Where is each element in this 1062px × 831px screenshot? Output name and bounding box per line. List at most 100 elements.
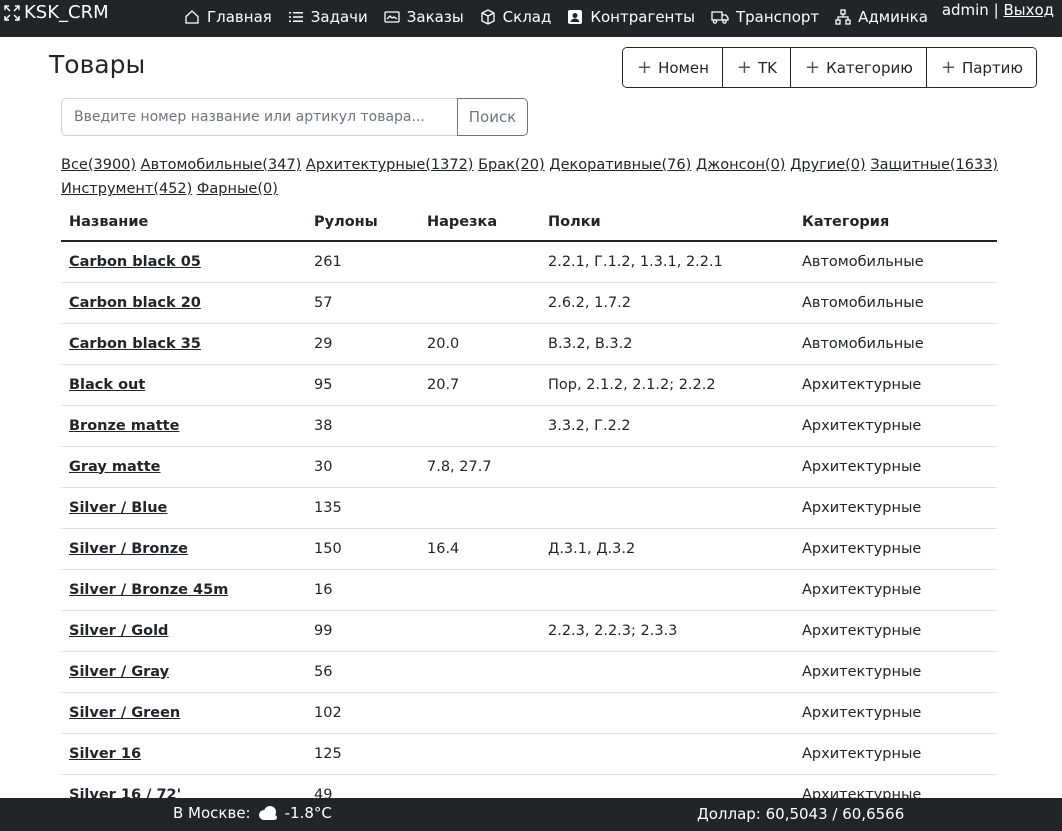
nav-item-contractors[interactable]: Контрагенты [567, 7, 695, 27]
category-link-defect[interactable]: Брак(20) [478, 157, 545, 173]
category-link-other[interactable]: Другие(0) [790, 157, 866, 173]
cell-rolls: 261 [306, 241, 419, 283]
table-row: Bronze matte 38 3.3.2, Г.2.2 Архитектурные [61, 405, 997, 447]
category-link-tools[interactable]: Инструмент(452) [61, 181, 192, 197]
logout-link[interactable]: Выход [1003, 1, 1054, 19]
nav-item-label: Задачи [310, 8, 368, 26]
product-link[interactable]: Carbon black 35 [69, 336, 201, 352]
cell-name: Black out [61, 364, 306, 406]
cell-rolls: 102 [306, 692, 419, 734]
add-batch-button[interactable]: + Партию [925, 48, 1037, 87]
table-row: Carbon black 05 261 2.2.1, Г.1.2, 1.3.1, 2… [61, 241, 997, 283]
nav-item-label: Заказы [406, 8, 464, 26]
nav-item-home[interactable]: Главная [184, 7, 272, 27]
cell-shelves: 3.3.2, Г.2.2 [540, 405, 794, 447]
cell-cut: 20.7 [419, 364, 540, 406]
product-link[interactable]: Silver / Gold [69, 623, 168, 639]
cell-rolls: 30 [306, 446, 419, 488]
product-link[interactable]: Bronze matte [69, 418, 179, 434]
column-header-rolls: Рулоны [306, 203, 419, 242]
category-link-automotive[interactable]: Автомобильные(347) [141, 157, 302, 173]
search-button[interactable]: Поиск [457, 98, 528, 136]
category-link-all[interactable]: Все(3900) [61, 157, 136, 173]
nav-item-label: Транспорт [735, 8, 820, 26]
category-link-protective[interactable]: Защитные(1633) [870, 157, 998, 173]
product-link[interactable]: Silver / Bronze 45m [69, 582, 228, 598]
nav-item-tasks[interactable]: Задачи [288, 7, 368, 27]
cell-category: Архитектурные [794, 405, 997, 447]
brand[interactable]: KSK_CRM [4, 2, 109, 24]
cell-rolls: 57 [306, 282, 419, 324]
nav-item-transport[interactable]: Транспорт [711, 7, 819, 27]
brand-label: KSK_CRM [24, 2, 109, 23]
category-link-johnson[interactable]: Джонсон(0) [696, 157, 786, 173]
cell-category: Архитектурные [794, 569, 997, 611]
add-category-button[interactable]: + Категорию [790, 48, 926, 87]
cell-shelves: Д.3.1, Д.3.2 [540, 528, 794, 570]
user-box: admin | Выход [942, 0, 1054, 20]
add-tk-button[interactable]: + TK [721, 48, 790, 87]
plus-icon: + [736, 56, 752, 78]
cell-shelves [540, 487, 794, 529]
product-link[interactable]: Silver / Blue [69, 500, 167, 516]
cell-rolls: 125 [306, 733, 419, 775]
button-label: TK [758, 58, 777, 77]
cell-category: Архитектурные [794, 733, 997, 775]
nav-item-admin[interactable]: Админка [835, 7, 928, 27]
button-label: Партию [961, 58, 1024, 77]
table-row: Silver / Bronze 45m 16 Архитектурные [61, 569, 997, 611]
person-icon [568, 10, 583, 24]
table-row: Silver / Bronze 150 16.4 Д.3.1, Д.3.2 Архите… [61, 528, 997, 570]
cell-category: Архитектурные [794, 487, 997, 529]
product-link[interactable]: Silver / Gray [69, 664, 169, 680]
add-nomenclature-button[interactable]: + Номен [623, 48, 722, 87]
table-row: Silver / Gray 56 Архитектурные [61, 651, 997, 693]
cell-category: Автомобильные [794, 241, 997, 283]
category-link-decorative[interactable]: Декоративные(76) [549, 157, 691, 173]
cell-category: Архитектурные [794, 446, 997, 488]
cell-shelves: В.3.2, В.3.2 [540, 323, 794, 365]
cell-name: Bronze matte [61, 405, 306, 447]
cell-name: Silver / Bronze 45m [61, 569, 306, 611]
plus-icon: + [805, 56, 821, 78]
search-input[interactable] [61, 98, 458, 136]
list-icon [288, 12, 303, 22]
cell-category: Автомобильные [794, 323, 997, 365]
cell-cut: 7.8, 27.7 [419, 446, 540, 488]
product-link[interactable]: Silver 16 [69, 746, 141, 762]
cell-shelves: 2.2.1, Г.1.2, 1.3.1, 2.2.1 [540, 241, 794, 283]
category-link-headlight[interactable]: Фарные(0) [197, 181, 278, 197]
diagram-icon [835, 9, 851, 25]
home-icon [185, 10, 199, 24]
cell-name: Silver / Gray [61, 651, 306, 693]
cell-shelves [540, 446, 794, 488]
category-link-architectural[interactable]: Архитектурные(1372) [306, 157, 474, 173]
product-link[interactable]: Gray matte [69, 459, 160, 475]
cell-name: Silver / Blue [61, 487, 306, 529]
product-link[interactable]: Carbon black 20 [69, 295, 201, 311]
cell-name: Silver / Bronze [61, 528, 306, 570]
cell-name: Carbon black 35 [61, 323, 306, 365]
cell-shelves [540, 569, 794, 611]
nav-item-orders[interactable]: Заказы [384, 7, 464, 27]
cell-cut: 16.4 [419, 528, 540, 570]
top-navbar: KSK_CRM Главная Задачи Заказы Склад Конт… [0, 0, 1062, 37]
product-link[interactable]: Silver / Bronze [69, 541, 188, 557]
column-header-shelves: Полки [540, 203, 794, 242]
product-link[interactable]: Carbon black 05 [69, 254, 201, 270]
card-icon [384, 11, 400, 23]
cell-rolls: 95 [306, 364, 419, 406]
cell-category: Архитектурные [794, 528, 997, 570]
temperature: -1.8°C [284, 804, 332, 822]
nav-item-warehouse[interactable]: Склад [480, 7, 551, 27]
search-bar: Поиск [61, 98, 528, 136]
cell-category: Архитектурные [794, 651, 997, 693]
cell-cut [419, 651, 540, 693]
product-link[interactable]: Black out [69, 377, 145, 393]
username: admin [941, 1, 989, 19]
weather-label: В Москве: [173, 804, 251, 822]
product-link[interactable]: Silver / Green [69, 705, 180, 721]
cell-shelves: 2.2.3, 2.2.3; 2.3.3 [540, 610, 794, 652]
cell-name: Carbon black 20 [61, 282, 306, 324]
nav-item-label: Админка [858, 8, 928, 26]
